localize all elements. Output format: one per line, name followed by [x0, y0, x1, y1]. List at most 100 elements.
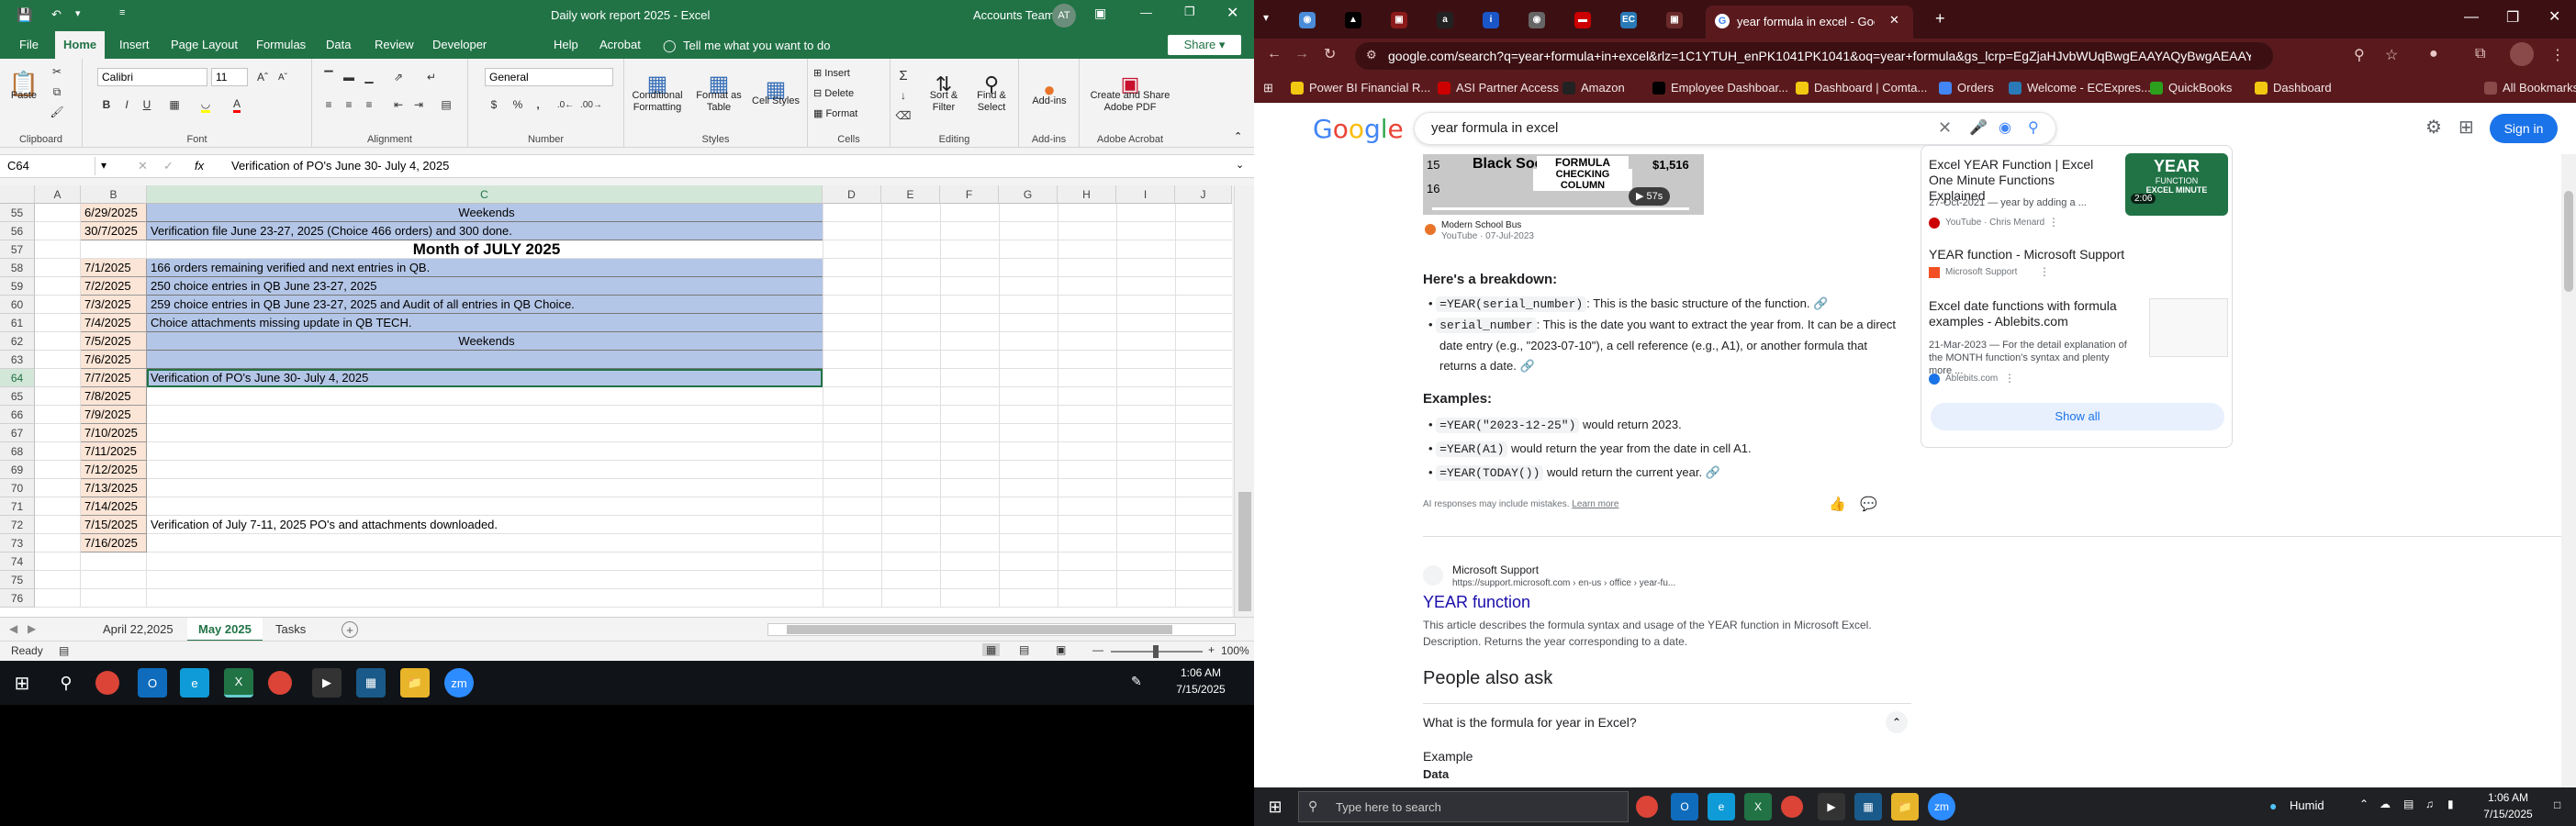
ms-result-title[interactable]: YEAR function [1423, 593, 1530, 612]
sign-in-button[interactable]: Sign in [2490, 114, 2558, 143]
row-header[interactable]: 57 [0, 240, 35, 259]
tab-help[interactable]: Help [545, 31, 587, 59]
horizontal-scrollbar[interactable] [767, 623, 1236, 636]
cell-task[interactable]: 259 choice entries in QB June 23-27, 202… [147, 296, 823, 314]
add-sheet-button[interactable]: + [342, 621, 358, 638]
cell-a[interactable] [35, 534, 81, 553]
cell-styles-button[interactable]: ▦ Cell Styles [749, 64, 802, 127]
cell-task[interactable] [147, 479, 823, 497]
row-header[interactable]: 69 [0, 461, 35, 479]
active-tab[interactable]: G year formula in excel - Google ✕ [1706, 6, 1913, 39]
cell-date[interactable]: 7/6/2025 [81, 351, 147, 369]
google-search-box[interactable]: year formula in excel ✕ 🎤 ◉ ⚲ [1414, 112, 2056, 145]
cell-date[interactable]: 7/14/2025 [81, 497, 147, 516]
row-header[interactable]: 60 [0, 296, 35, 314]
weather-text[interactable]: Humid [2290, 798, 2324, 812]
chrome-app-icon-2[interactable] [1781, 796, 1803, 818]
indent-decrease-icon[interactable]: ⇤ [389, 95, 408, 114]
side-video-thumbnail[interactable]: YEAR FUNCTION EXCEL MINUTE 2:06 [2125, 153, 2228, 216]
sheet-tab-may[interactable]: May 2025 [187, 618, 263, 642]
cancel-icon[interactable]: ✕ [138, 159, 148, 173]
cell-task[interactable]: 166 orders remaining verified and next e… [147, 259, 823, 277]
cell-date[interactable]: 7/9/2025 [81, 406, 147, 424]
reload-icon[interactable]: ↻ [1324, 45, 1336, 63]
column-header-d[interactable]: D [823, 185, 881, 204]
row-header[interactable]: 59 [0, 277, 35, 296]
cell-a[interactable] [35, 553, 81, 571]
comma-button[interactable]: , [529, 95, 547, 114]
tab-acrobat[interactable]: Acrobat [591, 31, 649, 59]
cell-date[interactable]: 7/1/2025 [81, 259, 147, 277]
cell-task[interactable]: Month of JULY 2025 [147, 240, 823, 259]
tab-file[interactable]: File [11, 31, 47, 59]
bookmark-orders[interactable]: Orders [1939, 81, 1994, 95]
bold-button[interactable]: B [97, 95, 116, 114]
row-header[interactable]: 70 [0, 479, 35, 497]
bookmark-dashboard[interactable]: Dashboard [2255, 81, 2332, 95]
align-center-icon[interactable]: ≡ [340, 95, 358, 114]
windows-start-icon[interactable]: ⊞ [7, 668, 37, 698]
cell-date[interactable]: 7/2/2025 [81, 277, 147, 296]
more-options-icon[interactable]: ⋮ [2039, 265, 2050, 278]
extension-icon[interactable]: ● [2429, 46, 2438, 62]
cell-date[interactable] [81, 553, 147, 571]
cell-date[interactable]: 7/13/2025 [81, 479, 147, 497]
row-header[interactable]: 58 [0, 259, 35, 277]
tab-review[interactable]: Review [366, 31, 422, 59]
clear-icon[interactable]: ⌫ [894, 106, 913, 125]
cell-task[interactable]: Weekends [147, 204, 823, 222]
taskbar-search-box[interactable]: ⚲ Type here to search [1298, 791, 1629, 822]
cell-date[interactable] [81, 571, 147, 589]
cell-a[interactable] [35, 222, 81, 240]
link-icon[interactable]: 🔗 [1519, 359, 1534, 373]
cell-task[interactable]: Choice attachments missing update in QB … [147, 314, 823, 332]
battery-icon[interactable]: ▮ [2447, 798, 2454, 810]
cell-a[interactable] [35, 259, 81, 277]
column-header-a[interactable]: A [35, 185, 81, 204]
bookmark-quickbooks[interactable]: QuickBooks [2150, 81, 2232, 95]
percent-button[interactable]: % [509, 95, 527, 114]
maximize-icon[interactable]: ❐ [1184, 5, 1195, 19]
cell-task[interactable] [147, 424, 823, 442]
row-header[interactable]: 64 [0, 369, 35, 387]
cell-a[interactable] [35, 424, 81, 442]
google-logo[interactable]: Google [1313, 114, 1404, 144]
zoom-level[interactable]: 100% [1221, 644, 1249, 657]
row-header[interactable]: 68 [0, 442, 35, 461]
worksheet-grid[interactable]: A B C D E F G H I J 55 6/29/2025 Weekends 5… [0, 185, 1232, 617]
tab-formulas[interactable]: Formulas [248, 31, 314, 59]
tab-view-developer[interactable]: Developer [424, 31, 495, 59]
cell-a[interactable] [35, 497, 81, 516]
lens-search-icon[interactable]: ◉ [1999, 118, 2011, 137]
excel-app-icon[interactable]: X [224, 668, 253, 698]
cell-date[interactable]: 6/29/2025 [81, 204, 147, 222]
tab-4[interactable]: a [1428, 6, 1462, 33]
indent-increase-icon[interactable]: ⇥ [409, 95, 428, 114]
video-channel[interactable]: Modern School Bus [1441, 220, 1521, 230]
side-ms-title[interactable]: YEAR function - Microsoft Support [1929, 247, 2124, 262]
outlook-app-icon[interactable]: O [1671, 793, 1698, 820]
file-explorer-icon[interactable]: 📁 [400, 668, 430, 698]
tab-data[interactable]: Data [318, 31, 359, 59]
vertical-scrollbar[interactable] [1234, 185, 1254, 617]
link-icon[interactable]: 🔗 [1706, 465, 1720, 479]
decrease-font-icon[interactable]: Aˇ [274, 68, 292, 86]
volume-icon[interactable]: ♫ [2425, 798, 2434, 810]
tab-insert[interactable]: Insert [111, 31, 158, 59]
sort-filter-button[interactable]: ⇅ Sort & Filter [922, 64, 966, 127]
cell-date[interactable]: 7/16/2025 [81, 534, 147, 553]
extensions-puzzle-icon[interactable]: ⧉ [2475, 46, 2485, 62]
thumbs-up-icon[interactable]: 👍 [1829, 496, 1846, 512]
cell-a[interactable] [35, 332, 81, 351]
cell-task[interactable] [147, 589, 823, 608]
learn-more-link[interactable]: Learn more [1572, 499, 1618, 509]
column-header-f[interactable]: F [940, 185, 999, 204]
cell-a[interactable] [35, 442, 81, 461]
profile-avatar[interactable] [2510, 42, 2534, 66]
clear-search-icon[interactable]: ✕ [1938, 118, 1952, 138]
zoom-app-icon[interactable]: zm [1928, 793, 1955, 820]
format-as-table-button[interactable]: ▦ Format as Table [690, 64, 747, 127]
cell-date[interactable] [81, 240, 147, 259]
sheet-tab-tasks[interactable]: Tasks [264, 618, 317, 642]
number-format-dropdown[interactable]: General [485, 68, 613, 86]
